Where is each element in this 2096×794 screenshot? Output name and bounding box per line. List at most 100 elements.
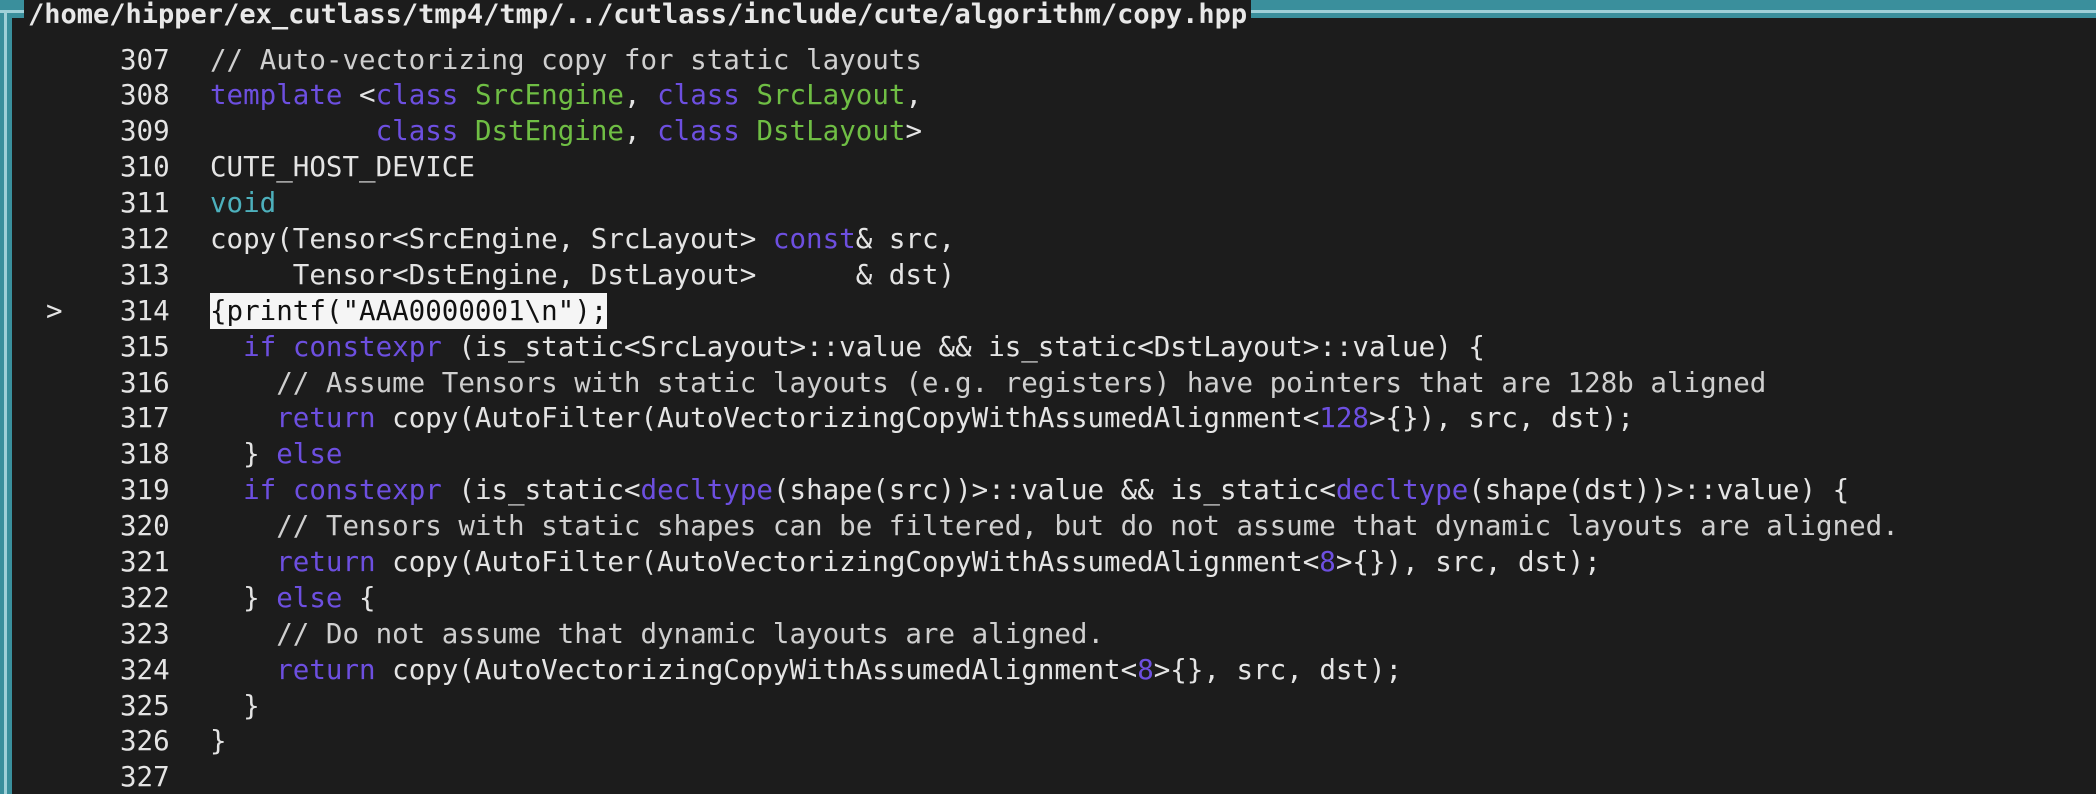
source-line[interactable]: 324 return copy(AutoVectorizingCopyWithA… xyxy=(14,652,2096,688)
line-number: 321 xyxy=(120,545,170,578)
line-code: if constexpr (is_static<SrcLayout>::valu… xyxy=(210,329,1485,365)
code-token-keyword: return xyxy=(276,402,376,435)
code-token-plain: copy(AutoFilter(AutoVectorizingCopyWithA… xyxy=(375,545,1320,578)
source-line[interactable]: 316 // Assume Tensors with static layout… xyxy=(14,365,2096,401)
code-token-plain: { xyxy=(342,581,376,614)
source-line[interactable]: >314 {printf("AAA0000001\n"); xyxy=(14,292,2096,329)
code-token-keyword: else xyxy=(276,438,343,471)
source-line[interactable]: 310 CUTE_HOST_DEVICE xyxy=(14,149,2096,185)
line-number: 311 xyxy=(120,187,170,220)
line-number: 325 xyxy=(120,689,170,722)
frame-border-left xyxy=(4,10,7,794)
source-line[interactable]: 311 void xyxy=(14,185,2096,221)
source-line[interactable]: 320 // Tensors with static shapes can be… xyxy=(14,508,2096,544)
code-token-number: 128 xyxy=(1319,402,1369,435)
line-number: 309 xyxy=(120,115,170,148)
line-code: } else xyxy=(210,436,342,472)
source-line[interactable]: 327 xyxy=(14,759,2096,794)
code-token-class: SrcEngine xyxy=(474,79,624,112)
code-token-plain: } xyxy=(210,581,277,614)
line-code: return copy(AutoFilter(AutoVectorizingCo… xyxy=(210,400,1634,436)
line-number: 318 xyxy=(120,438,170,471)
source-line[interactable]: 308 template <class SrcEngine, class SrcL… xyxy=(14,77,2096,113)
line-code: } xyxy=(210,688,260,724)
code-token-keyword: if xyxy=(243,474,277,507)
code-token-plain: , xyxy=(905,79,923,112)
source-line[interactable]: 309 class DstEngine, class DstLayout> xyxy=(14,113,2096,149)
code-token-comment: // Tensors with static shapes can be fil… xyxy=(210,510,1899,543)
line-code: void xyxy=(210,185,276,221)
code-token-plain: (shape(dst))>::value) { xyxy=(1468,474,1850,507)
code-token-plain: copy(Tensor<SrcEngine, SrcLayout> xyxy=(210,222,773,255)
line-code: // Do not assume that dynamic layouts ar… xyxy=(210,616,1104,652)
code-token-class: SrcLayout xyxy=(756,79,906,112)
line-code: // Tensors with static shapes can be fil… xyxy=(210,508,1899,544)
source-line[interactable]: 313 Tensor<DstEngine, DstLayout> & dst) xyxy=(14,257,2096,293)
source-line[interactable]: 317 return copy(AutoFilter(AutoVectorizi… xyxy=(14,400,2096,436)
code-token-plain: copy(AutoVectorizingCopyWithAssumedAlign… xyxy=(375,653,1138,686)
line-number: 323 xyxy=(120,617,170,650)
source-line[interactable]: 307 // Auto-vectorizing copy for static l… xyxy=(14,42,2096,78)
code-token-comment: // Do not assume that dynamic layouts ar… xyxy=(210,617,1105,650)
line-number: 315 xyxy=(120,330,170,363)
line-number: 307 xyxy=(120,43,170,76)
line-number: 326 xyxy=(120,725,170,758)
code-token-comment: // Auto-vectorizing copy for static layo… xyxy=(210,43,922,76)
line-code: return copy(AutoVectorizingCopyWithAssum… xyxy=(210,652,1402,688)
source-code-listing[interactable]: 307 // Auto-vectorizing copy for static l… xyxy=(14,42,2096,794)
code-token-number: 8 xyxy=(1319,545,1336,578)
code-token-plain: , xyxy=(623,115,658,148)
line-code: template <class SrcEngine, class SrcLayo… xyxy=(210,77,922,113)
source-line[interactable]: 325 } xyxy=(14,688,2096,724)
source-line[interactable]: 315 if constexpr (is_static<SrcLayout>::… xyxy=(14,329,2096,365)
code-token-type: void xyxy=(210,187,277,220)
source-line[interactable]: 312 copy(Tensor<SrcEngine, SrcLayout> con… xyxy=(14,221,2096,257)
line-number: 316 xyxy=(120,366,170,399)
code-token-keyword: constexpr xyxy=(292,474,442,507)
code-token-number: 8 xyxy=(1137,653,1154,686)
code-token-plain: CUTE_HOST_DEVICE xyxy=(210,151,475,184)
source-line[interactable]: 318 } else xyxy=(14,436,2096,472)
line-code: Tensor<DstEngine, DstLayout> & dst) xyxy=(210,257,955,293)
code-token-keyword: const xyxy=(772,222,856,255)
line-code: CUTE_HOST_DEVICE xyxy=(210,149,475,185)
code-token-plain: } xyxy=(210,438,277,471)
source-line[interactable]: 322 } else { xyxy=(14,580,2096,616)
code-token-plain: < xyxy=(342,79,376,112)
code-token-plain: } xyxy=(210,689,260,722)
line-code: } else { xyxy=(210,580,376,616)
code-token-plain: (shape(src))>::value && is_static< xyxy=(772,474,1336,507)
code-token-keyword: template xyxy=(210,79,343,112)
code-token-class: DstEngine xyxy=(474,115,624,148)
code-token-keyword: decltype xyxy=(640,474,773,507)
source-line[interactable]: 323 // Do not assume that dynamic layout… xyxy=(14,616,2096,652)
source-line[interactable]: 321 return copy(AutoFilter(AutoVectorizi… xyxy=(14,544,2096,580)
line-number: 308 xyxy=(120,79,170,112)
source-line[interactable]: 326} xyxy=(14,723,2096,759)
code-token-keyword: if xyxy=(243,330,277,363)
source-line[interactable]: 319 if constexpr (is_static<decltype(sha… xyxy=(14,472,2096,508)
code-token-plain: } xyxy=(210,725,227,758)
code-token-plain: Tensor<DstEngine, DstLayout> & dst) xyxy=(210,258,956,291)
current-line-code: {printf("AAA0000001\n"); xyxy=(210,292,608,329)
line-code: copy(Tensor<SrcEngine, SrcLayout> const&… xyxy=(210,221,955,257)
line-code: // Assume Tensors with static layouts (e… xyxy=(210,365,1766,401)
code-token-class: DstLayout xyxy=(756,115,906,148)
line-code: if constexpr (is_static<decltype(shape(s… xyxy=(210,472,1849,508)
source-window: /home/hipper/ex_cutlass/tmp4/tmp/../cutl… xyxy=(0,0,2096,794)
line-number: 312 xyxy=(120,222,170,255)
line-code: // Auto-vectorizing copy for static layo… xyxy=(210,42,922,78)
code-token-plain: copy(AutoFilter(AutoVectorizingCopyWithA… xyxy=(375,402,1320,435)
code-token-plain: > xyxy=(905,115,923,148)
line-number: 327 xyxy=(120,761,170,794)
code-token-keyword: class xyxy=(657,115,740,148)
